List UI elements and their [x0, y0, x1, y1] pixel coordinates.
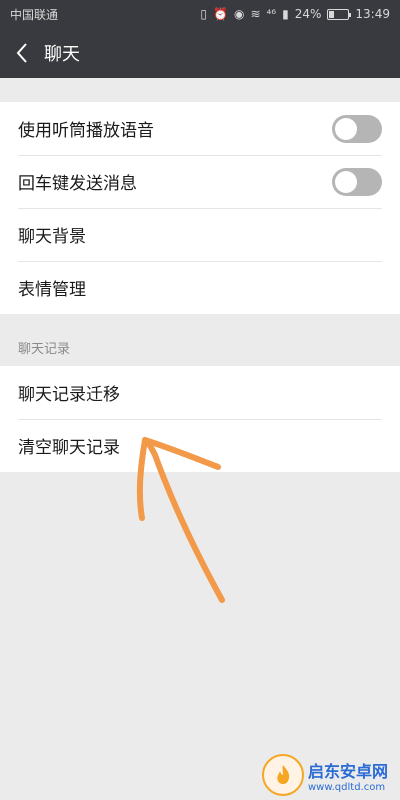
watermark-text: 启东安卓网 www.qdltd.com — [308, 758, 388, 793]
setting-clear-chat-history[interactable]: 清空聊天记录 — [0, 419, 400, 472]
setting-label: 使用听筒播放语音 — [18, 121, 154, 141]
setting-label: 聊天背景 — [18, 227, 86, 247]
toggle-knob — [335, 170, 357, 193]
watermark-title: 启东安卓网 — [308, 761, 389, 781]
signal-icon: ▮ — [282, 7, 289, 21]
setting-label: 清空聊天记录 — [18, 438, 120, 458]
setting-migrate-chat-history[interactable]: 聊天记录迁移 — [0, 366, 400, 419]
watermark-logo-icon — [262, 754, 304, 796]
back-button[interactable] — [0, 28, 44, 78]
settings-group-general: 使用听筒播放语音 回车键发送消息 聊天背景 表情管理 — [0, 102, 400, 314]
battery-percent: 24% — [294, 7, 322, 21]
watermark: 启东安卓网 www.qdltd.com — [262, 750, 400, 800]
enter-send-toggle[interactable] — [332, 167, 382, 196]
battery-fill — [329, 10, 335, 18]
status-bar: 中国联通 ▯ ⏰ ◉ ≋ ⁴⁶ ▮ 24% 13:49 — [0, 0, 400, 28]
watermark-url: www.qdltd.com — [308, 781, 386, 793]
alarm-icon: ⏰ — [213, 7, 228, 21]
page-title: 聊天 — [44, 44, 80, 65]
setting-enter-to-send[interactable]: 回车键发送消息 — [0, 155, 400, 208]
nav-bar: 聊天 — [0, 28, 400, 78]
network-type-label: ⁴⁶ — [266, 7, 277, 21]
wifi-icon: ≋ — [250, 7, 261, 21]
status-icons: ▯ ⏰ ◉ ≋ ⁴⁶ ▮ 24% 13:49 — [200, 7, 390, 21]
flame-icon — [277, 765, 290, 784]
battery-icon — [327, 8, 352, 20]
setting-earpiece-playback[interactable]: 使用听筒播放语音 — [0, 102, 400, 155]
section-header-chat-history: 聊天记录 — [18, 342, 71, 357]
settings-group-chat-history: 聊天记录迁移 清空聊天记录 — [0, 366, 400, 472]
setting-label: 聊天记录迁移 — [18, 385, 120, 405]
chevron-left-icon — [16, 43, 27, 63]
toggle-knob — [335, 117, 357, 140]
setting-sticker-management[interactable]: 表情管理 — [0, 261, 400, 314]
setting-label: 表情管理 — [18, 280, 86, 300]
eye-icon: ◉ — [233, 7, 245, 21]
vibrate-icon: ▯ — [200, 7, 207, 21]
setting-chat-background[interactable]: 聊天背景 — [0, 208, 400, 261]
carrier-label: 中国联通 — [10, 7, 59, 22]
clock-label: 13:49 — [355, 7, 390, 21]
earpiece-toggle[interactable] — [332, 114, 382, 143]
setting-label: 回车键发送消息 — [18, 174, 137, 194]
